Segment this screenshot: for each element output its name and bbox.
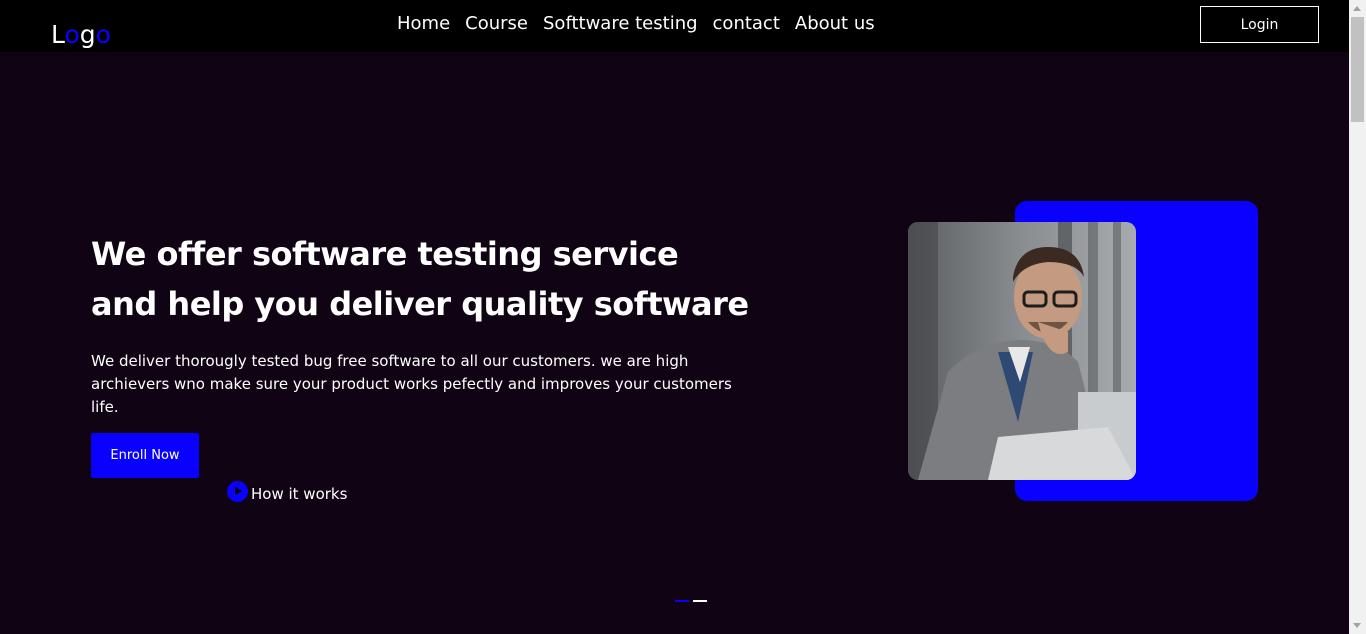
scrollbar[interactable] (1349, 0, 1366, 634)
enroll-now-button[interactable]: Enroll Now (91, 433, 199, 478)
nav-link-contact[interactable]: contact (713, 11, 780, 39)
how-it-works-link[interactable]: How it works (227, 480, 348, 507)
slider-dot[interactable] (693, 600, 707, 602)
nav-link-home[interactable]: Home (397, 11, 450, 39)
how-it-works-label: How it works (251, 485, 348, 503)
logo[interactable]: Logo (51, 20, 111, 50)
nav-link-course[interactable]: Course (465, 11, 528, 39)
scroll-thumb[interactable] (1351, 17, 1364, 122)
login-button[interactable]: Login (1200, 6, 1319, 43)
scroll-down-icon[interactable] (1353, 623, 1361, 628)
logo-letter: o (95, 20, 111, 49)
slider-dot[interactable] (675, 600, 689, 602)
nav-links: Home Course Softtware testing contact Ab… (397, 11, 875, 39)
logo-letter: o (64, 20, 80, 49)
play-circle-icon (227, 480, 248, 502)
nav-link-software-testing[interactable]: Softtware testing (543, 11, 698, 39)
hero-image-graphic (908, 222, 1136, 480)
logo-letter: L (51, 20, 65, 49)
slider-dots (675, 600, 707, 602)
scroll-up-icon[interactable] (1353, 6, 1361, 11)
hero-title: We offer software testing service and he… (91, 235, 749, 323)
nav-link-about-us[interactable]: About us (795, 11, 875, 39)
navbar: Logo Home Course Softtware testing conta… (0, 0, 1349, 52)
hero-image (908, 222, 1136, 480)
logo-letter: g (79, 20, 96, 49)
hero-description: We deliver thorougly tested bug free sof… (91, 352, 732, 416)
